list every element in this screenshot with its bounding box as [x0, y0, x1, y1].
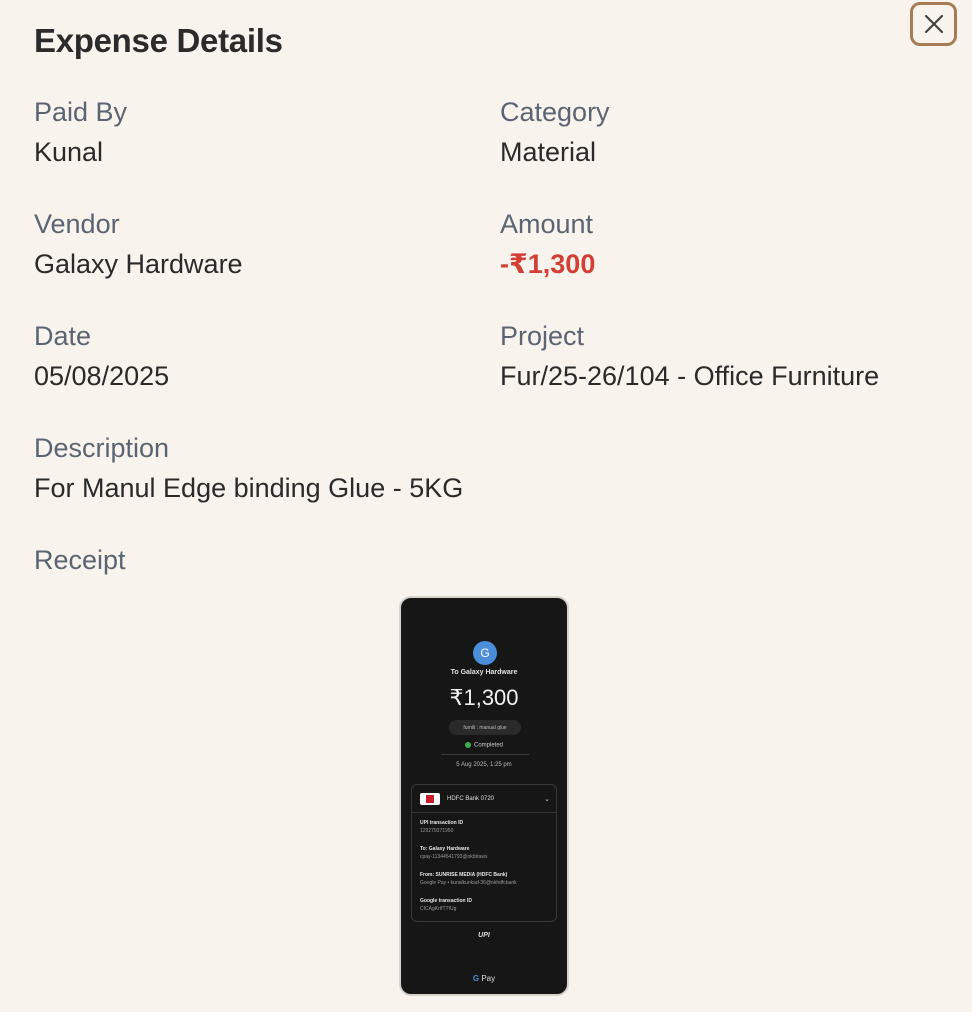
paid-by-field: Paid By Kunal [34, 96, 127, 168]
amount-value: -₹1,300 [500, 249, 596, 279]
project-value: Fur/25-26/104 - Office Furniture [500, 361, 880, 391]
receipt-detail-value: cpay-11344541793@okbtraws [420, 854, 488, 860]
receipt-detail-value: CICAgKrIfTTfUg [420, 906, 457, 912]
receipt-note: furnili : manual glue [449, 720, 521, 735]
google-pay-text: Pay [481, 974, 496, 983]
category-field: Category Material [500, 96, 610, 168]
bank-logo-icon [420, 793, 440, 805]
receipt-status: Completed [401, 742, 567, 749]
category-value: Material [500, 137, 597, 167]
date-label: Date [34, 321, 92, 351]
receipt-detail-row: To: Galaxy Hardware cpay-11344541793@okb… [420, 845, 488, 861]
receipt-image[interactable]: G To Galaxy Hardware ₹1,300 furnili : ma… [399, 596, 569, 996]
vendor-value: Galaxy Hardware [34, 249, 243, 279]
receipt-detail-key: UPI transaction ID [420, 820, 464, 826]
receipt-detail-value: 129279371950 [420, 828, 454, 834]
receipt-detail-key: From: SUNRISE MEDIA (HDFC Bank) [420, 872, 508, 878]
date-value: 05/08/2025 [34, 361, 170, 391]
description-value: For Manul Edge binding Glue - 5KG [34, 473, 464, 503]
upi-logo: UPI [478, 932, 490, 939]
chevron-down-icon: ⌄ [544, 796, 550, 803]
vendor-label: Vendor [34, 209, 120, 239]
project-field: Project Fur/25-26/104 - Office Furniture [500, 320, 879, 392]
receipt-amount: ₹1,300 [449, 685, 519, 710]
paid-by-value: Kunal [34, 137, 104, 167]
receipt-payee: To Galaxy Hardware [450, 669, 518, 676]
google-pay-logo: G Pay [401, 974, 567, 983]
paid-by-label: Paid By [34, 97, 128, 127]
check-icon [464, 742, 471, 748]
amount-label: Amount [500, 209, 594, 239]
receipt-bank-row: HDFC Bank 0720 ⌄ [420, 793, 550, 805]
receipt-bank-name: HDFC Bank 0720 [447, 796, 495, 802]
vendor-field: Vendor Galaxy Hardware [34, 208, 243, 280]
date-field: Date 05/08/2025 [34, 320, 169, 392]
receipt-status-text: Completed [473, 742, 503, 749]
expense-details-modal: Expense Details Paid By Kunal Category M… [0, 0, 972, 1012]
project-label: Project [500, 321, 585, 351]
page-title: Expense Details [34, 22, 283, 59]
receipt-detail-row: From: SUNRISE MEDIA (HDFC Bank) Google P… [420, 871, 517, 887]
receipt-detail-key: To: Galaxy Hardware [420, 846, 470, 852]
amount-field: Amount -₹1,300 [500, 208, 595, 280]
receipt-transaction-card: HDFC Bank 0720 ⌄ UPI transaction ID 1292… [411, 784, 557, 922]
receipt-detail-row: UPI transaction ID 129279371950 [420, 819, 463, 835]
receipt-divider [441, 754, 529, 755]
receipt-datetime: 5 Aug 2025, 1:25 pm [456, 762, 512, 768]
receipt-label: Receipt [34, 545, 126, 575]
receipt-detail-row: Google transaction ID CICAgKrIfTTfUg [420, 897, 472, 913]
category-label: Category [500, 97, 610, 127]
description-label: Description [34, 433, 170, 463]
receipt-card-divider [412, 812, 556, 813]
google-icon: G [472, 974, 480, 983]
description-field: Description For Manul Edge binding Glue … [34, 432, 463, 504]
close-button[interactable] [910, 2, 957, 46]
receipt-detail-value: Google Pay • kunalkunkad-36@okhdfcbank [420, 880, 517, 886]
payee-avatar: G [473, 641, 497, 665]
close-icon [924, 14, 943, 34]
receipt-detail-key: Google transaction ID [420, 898, 472, 904]
